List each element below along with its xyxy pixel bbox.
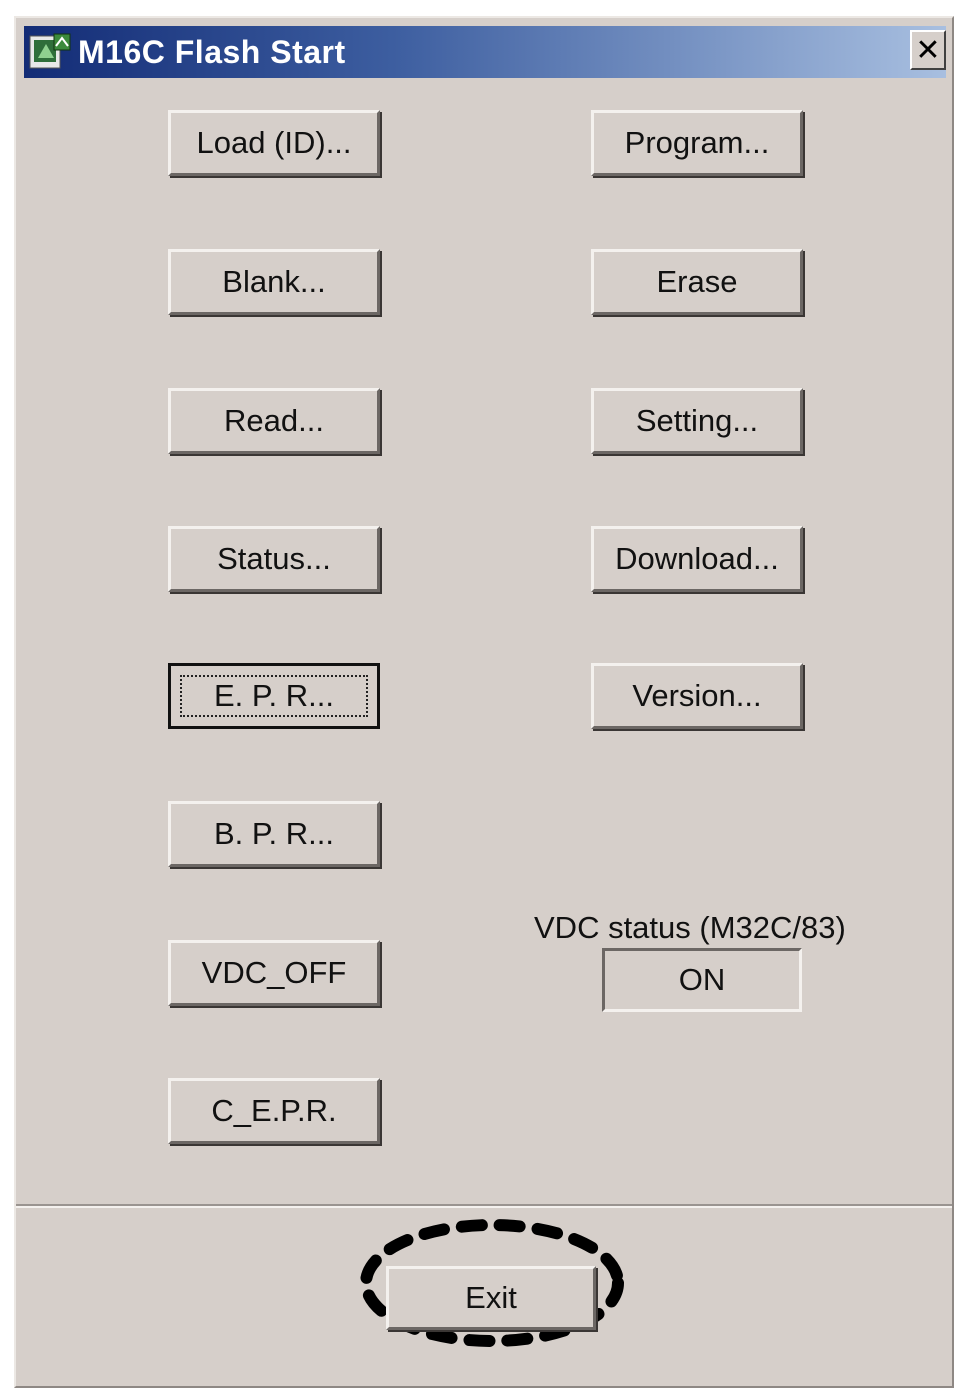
app-icon <box>28 30 72 74</box>
separator <box>16 1204 952 1208</box>
vdc-status-label: VDC status (M32C/83) <box>534 910 846 945</box>
epr-button[interactable]: E. P. R... <box>168 663 380 729</box>
blank-button[interactable]: Blank... <box>168 249 380 315</box>
load-id-button[interactable]: Load (ID)... <box>168 110 380 176</box>
close-icon[interactable]: ✕ <box>910 30 946 70</box>
program-button[interactable]: Program... <box>591 110 803 176</box>
focus-ring <box>180 675 368 717</box>
bpr-button[interactable]: B. P. R... <box>168 801 380 867</box>
read-button[interactable]: Read... <box>168 388 380 454</box>
download-button[interactable]: Download... <box>591 526 803 592</box>
window-title: M16C Flash Start <box>78 33 346 70</box>
vdc-status-value: ON <box>602 948 802 1012</box>
status-button[interactable]: Status... <box>168 526 380 592</box>
erase-button[interactable]: Erase <box>591 249 803 315</box>
version-button[interactable]: Version... <box>591 663 803 729</box>
c-epr-button[interactable]: C_E.P.R. <box>168 1078 380 1144</box>
exit-button[interactable]: Exit <box>386 1266 596 1330</box>
title-bar[interactable]: M16C Flash Start ✕ <box>24 26 946 78</box>
flash-start-window: M16C Flash Start ✕ Load (ID)... Blank...… <box>14 16 954 1388</box>
vdc-off-button[interactable]: VDC_OFF <box>168 940 380 1006</box>
setting-button[interactable]: Setting... <box>591 388 803 454</box>
